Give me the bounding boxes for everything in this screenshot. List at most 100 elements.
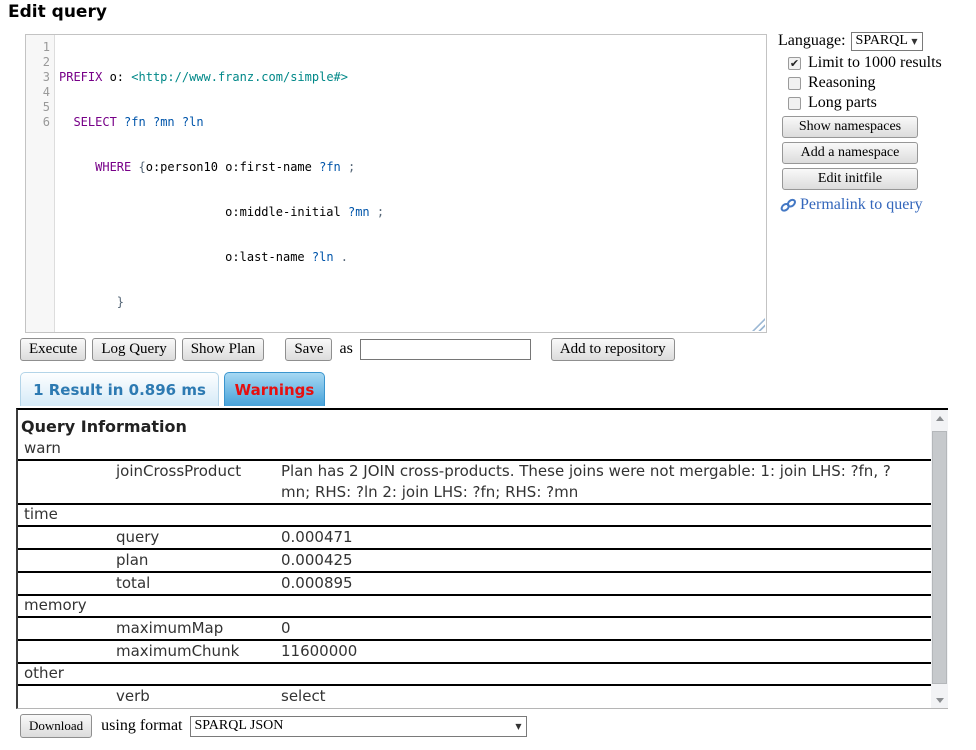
scroll-down-arrow-icon <box>936 698 944 703</box>
table-section-row-time: time <box>18 505 931 527</box>
section-label: other <box>24 664 64 682</box>
save-name-input[interactable] <box>360 339 531 360</box>
tab-results[interactable]: 1 Result in 0.896 ms <box>20 372 219 406</box>
code-variable: ?mn <box>348 205 370 219</box>
query-toolbar: Execute Log Query Show Plan Save as Add … <box>20 337 675 361</box>
reasoning-option: Reasoning <box>788 74 976 92</box>
long-parts-option: Long parts <box>788 94 976 112</box>
code-punctuation: . <box>334 250 348 264</box>
row-key: maximumChunk <box>116 641 281 662</box>
row-value: select <box>281 686 901 707</box>
limit-results-checkbox[interactable]: ✔ <box>788 57 801 70</box>
scroll-up-button[interactable] <box>931 410 948 426</box>
row-value: 11600000 <box>281 641 901 662</box>
tab-warnings[interactable]: Warnings <box>224 372 325 406</box>
add-namespace-button[interactable]: Add a namespace <box>782 142 918 164</box>
code-text <box>146 115 153 129</box>
code-text <box>175 115 182 129</box>
permalink-chain-icon <box>780 198 797 213</box>
download-bar: Download using format SPARQL JSON ▼ <box>20 714 527 738</box>
table-row-maximumChunk: maximumChunk 11600000 <box>18 641 931 664</box>
code-punctuation: ; <box>370 205 384 219</box>
line-number: 2 <box>26 55 50 70</box>
page-title: Edit query <box>8 2 107 22</box>
table-section-row-other: other <box>18 664 931 686</box>
add-to-repository-button[interactable]: Add to repository <box>551 338 675 361</box>
checkbox-label: Reasoning <box>808 74 876 92</box>
vertical-scrollbar[interactable] <box>931 410 948 708</box>
code-line: o:middle-initial ?mn ; <box>59 205 766 220</box>
row-key: plan <box>116 550 281 571</box>
code-variable: ?ln <box>182 115 204 129</box>
code-text <box>117 115 124 129</box>
reasoning-checkbox[interactable] <box>788 77 801 90</box>
save-button[interactable]: Save <box>285 338 332 361</box>
language-select-value: SPARQL <box>856 33 908 49</box>
scroll-down-button[interactable] <box>931 692 948 708</box>
language-row: Language: SPARQL ▼ <box>778 31 976 51</box>
permalink-to-query-link[interactable]: Permalink to query <box>780 196 976 214</box>
section-label: time <box>24 505 58 523</box>
line-number: 3 <box>26 70 50 85</box>
query-information-content: Query Information warn joinCrossProduct … <box>18 410 931 707</box>
edit-initfile-button[interactable]: Edit initfile <box>782 168 918 190</box>
show-plan-button[interactable]: Show Plan <box>182 338 265 361</box>
code-line: WHERE {o:person10 o:first-name ?fn ; <box>59 160 766 175</box>
code-variable: ?fn <box>319 160 341 174</box>
table-section-row-memory: memory <box>18 596 931 618</box>
tab-results-label: 1 Result in 0.896 ms <box>33 381 206 399</box>
sparql-query-editor[interactable]: 1 2 3 4 5 6 PREFIX o: <http://www.franz.… <box>25 34 767 333</box>
code-variable: ?ln <box>312 250 334 264</box>
long-parts-checkbox[interactable] <box>788 97 801 110</box>
row-key: query <box>116 527 281 548</box>
row-key: verb <box>116 686 281 707</box>
permalink-label: Permalink to query <box>800 196 923 214</box>
check-icon: ✔ <box>790 58 799 69</box>
code-text: o:person10 o:first-name <box>146 160 319 174</box>
line-number-gutter: 1 2 3 4 5 6 <box>26 35 55 332</box>
code-line: SELECT ?fn ?mn ?ln <box>59 115 766 130</box>
code-area[interactable]: PREFIX o: <http://www.franz.com/simple#>… <box>55 35 766 332</box>
line-number: 5 <box>26 100 50 115</box>
show-namespaces-button[interactable]: Show namespaces <box>782 116 918 138</box>
download-button[interactable]: Download <box>20 714 92 738</box>
row-value: 0.000471 <box>281 527 901 548</box>
section-label: warn <box>24 439 61 457</box>
section-label: memory <box>24 596 87 614</box>
query-information-panel: Query Information warn joinCrossProduct … <box>16 408 948 709</box>
code-text <box>59 295 117 309</box>
row-key: maximumMap <box>116 618 281 639</box>
line-number: 6 <box>26 115 50 130</box>
code-keyword: WHERE <box>95 160 131 174</box>
code-keyword: SELECT <box>73 115 116 129</box>
execute-button[interactable]: Execute <box>20 338 86 361</box>
table-section-row-warn: warn <box>18 439 931 461</box>
row-value: 0.000425 <box>281 550 901 571</box>
checkbox-label: Limit to 1000 results <box>808 54 942 72</box>
code-text: o:middle-initial <box>59 205 348 219</box>
language-select[interactable]: SPARQL ▼ <box>851 32 923 51</box>
code-variable: ?fn <box>124 115 146 129</box>
language-label: Language: <box>778 32 846 50</box>
download-format-select[interactable]: SPARQL JSON ▼ <box>190 716 527 737</box>
code-text: o:last-name <box>59 250 312 264</box>
code-text <box>59 160 95 174</box>
table-row-maximumMap: maximumMap 0 <box>18 618 931 641</box>
code-text: o: <box>102 70 131 84</box>
log-query-button[interactable]: Log Query <box>92 338 175 361</box>
table-row-verb: verb select <box>18 686 931 707</box>
scrollbar-thumb[interactable] <box>932 431 947 684</box>
table-row-joinCrossProduct: joinCrossProduct Plan has 2 JOIN cross-p… <box>18 461 931 505</box>
code-text <box>59 115 73 129</box>
using-format-label: using format <box>101 717 182 735</box>
code-line: } <box>59 295 766 310</box>
row-key: total <box>116 573 281 594</box>
table-row-query: query 0.000471 <box>18 527 931 550</box>
code-keyword: PREFIX <box>59 70 102 84</box>
code-bracket: } <box>117 295 124 309</box>
line-number: 4 <box>26 85 50 100</box>
tab-warnings-label: Warnings <box>235 381 315 399</box>
row-key: joinCrossProduct <box>116 461 281 503</box>
results-tab-bar: 1 Result in 0.896 ms Warnings <box>20 372 325 406</box>
query-information-heading: Query Information <box>18 410 931 439</box>
